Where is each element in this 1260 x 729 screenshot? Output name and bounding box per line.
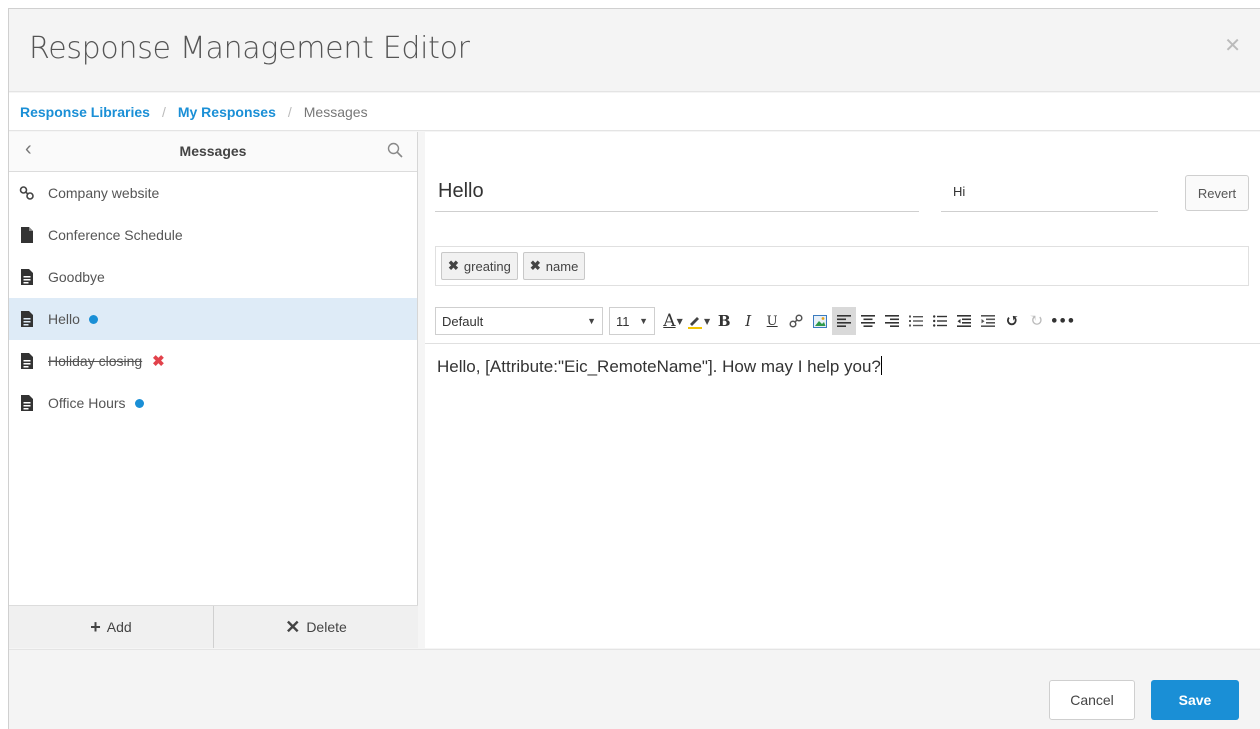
message-name-input[interactable]: [435, 172, 919, 212]
dialog-header: Response Management Editor ✕: [9, 9, 1260, 92]
messages-pane-footer: + Add ✕ Delete: [9, 605, 418, 648]
align-center-button[interactable]: [856, 307, 880, 335]
list-item-label: Goodbye: [48, 269, 105, 285]
list-item-goodbye[interactable]: Goodbye: [9, 256, 417, 298]
text-cursor: [880, 356, 882, 375]
link-icon: [789, 314, 803, 328]
message-body-text: Hello, [Attribute:"Eic_RemoteName"]. How…: [437, 357, 881, 376]
remove-tag-icon[interactable]: ✖: [530, 258, 541, 274]
caret-down-icon: ▼: [704, 316, 711, 326]
font-size-value: 11: [616, 313, 630, 329]
message-editor-pane: Revert ✖ greating ✖ name Default ▼ 11 ▼ …: [425, 132, 1260, 648]
document-icon: [19, 269, 35, 285]
outdent-button[interactable]: [952, 307, 976, 335]
more-options-icon[interactable]: •••: [1048, 307, 1077, 335]
numbered-list-icon: [909, 315, 924, 327]
list-item-label: Office Hours: [48, 395, 126, 411]
remove-tag-icon[interactable]: ✖: [448, 258, 459, 274]
breadcrumb: Response Libraries / My Responses / Mess…: [9, 93, 1260, 131]
x-icon: ✕: [285, 616, 301, 637]
tag-label: greating: [463, 258, 511, 274]
search-icon[interactable]: [387, 142, 403, 158]
indent-icon: [981, 315, 996, 327]
editor-toolbar: Default ▼ 11 ▼ A ▼ ▼ B I U ↺ ↻ •••: [435, 305, 1249, 337]
align-right-button[interactable]: [880, 307, 904, 335]
redo-button[interactable]: ↻: [1024, 307, 1048, 335]
messages-pane-header: ‹ Messages: [9, 132, 417, 172]
close-icon[interactable]: ✕: [1224, 33, 1241, 58]
list-item-holiday-closing[interactable]: Holiday closing ✖: [9, 340, 417, 382]
bullet-list-button[interactable]: [928, 307, 952, 335]
align-left-icon: [837, 315, 852, 327]
deleted-x-icon: ✖: [152, 353, 165, 370]
messages-pane-title: Messages: [179, 143, 247, 159]
cancel-button[interactable]: Cancel: [1049, 680, 1135, 720]
image-icon: [813, 314, 828, 328]
delete-button-label: Delete: [306, 619, 347, 635]
breadcrumb-messages: Messages: [303, 103, 368, 120]
breadcrumb-separator: /: [161, 103, 166, 120]
align-center-icon: [861, 315, 876, 327]
dialog-footer: Cancel Save: [9, 649, 1260, 729]
tag-greating: ✖ greating: [441, 252, 518, 280]
revert-button[interactable]: Revert: [1185, 175, 1249, 211]
link-button[interactable]: [784, 307, 808, 335]
modified-dot-icon: [88, 314, 98, 324]
file-icon: [19, 227, 35, 243]
font-family-select[interactable]: Default ▼: [435, 307, 603, 335]
text-color-icon: A: [663, 311, 676, 331]
font-family-value: Default: [442, 313, 484, 329]
italic-button[interactable]: I: [736, 307, 760, 335]
list-item-label: Holiday closing: [48, 353, 143, 369]
insert-image-button[interactable]: [808, 307, 832, 335]
outdent-icon: [957, 315, 972, 327]
link-icon: [19, 185, 35, 201]
plus-icon: +: [90, 616, 101, 637]
list-item-office-hours[interactable]: Office Hours: [9, 382, 417, 424]
response-management-dialog: Response Management Editor ✕ Response Li…: [8, 8, 1260, 729]
bullet-list-icon: [933, 315, 948, 327]
breadcrumb-separator: /: [287, 103, 292, 120]
list-item-label: Hello: [48, 311, 80, 327]
align-right-icon: [885, 315, 900, 327]
caret-down-icon: ▼: [587, 316, 596, 326]
list-item-label: Conference Schedule: [48, 227, 183, 243]
modified-dot-icon: [134, 398, 144, 408]
list-item-conference-schedule[interactable]: Conference Schedule: [9, 214, 417, 256]
indent-button[interactable]: [976, 307, 1000, 335]
font-size-select[interactable]: 11 ▼: [609, 307, 655, 335]
document-icon: [19, 311, 35, 327]
numbered-list-button[interactable]: [904, 307, 928, 335]
document-icon: [19, 353, 35, 369]
text-color-button[interactable]: A ▼: [661, 307, 685, 335]
save-button[interactable]: Save: [1151, 680, 1239, 720]
message-alias-input[interactable]: [941, 172, 1158, 212]
document-icon: [19, 395, 35, 411]
breadcrumb-response-libraries[interactable]: Response Libraries: [20, 104, 150, 120]
tag-label: name: [545, 258, 579, 274]
highlighter-icon: [688, 317, 702, 329]
highlight-color-button[interactable]: ▼: [685, 307, 712, 335]
delete-button[interactable]: ✕ Delete: [213, 606, 418, 648]
list-item-hello[interactable]: Hello: [9, 298, 417, 340]
add-button-label: Add: [106, 619, 132, 635]
list-item-label: Company website: [48, 185, 160, 201]
dialog-title: Response Management Editor: [29, 31, 470, 66]
list-item-company-website[interactable]: Company website: [9, 172, 417, 214]
message-body-editor[interactable]: Hello, [Attribute:"Eic_RemoteName"]. How…: [425, 343, 1260, 648]
add-button[interactable]: + Add: [9, 606, 213, 648]
undo-button[interactable]: ↺: [1000, 307, 1024, 335]
tags-input[interactable]: ✖ greating ✖ name: [435, 246, 1249, 286]
breadcrumb-my-responses[interactable]: My Responses: [178, 104, 276, 120]
caret-down-icon: ▼: [639, 316, 648, 326]
caret-down-icon: ▼: [676, 316, 683, 326]
underline-button[interactable]: U: [760, 307, 784, 335]
align-left-button[interactable]: [832, 307, 857, 335]
messages-list: Company website Conference Schedule Good…: [9, 172, 417, 424]
bold-button[interactable]: B: [712, 307, 736, 335]
tag-name: ✖ name: [522, 252, 586, 280]
messages-pane: ‹ Messages Company website Conference Sc…: [9, 132, 418, 648]
